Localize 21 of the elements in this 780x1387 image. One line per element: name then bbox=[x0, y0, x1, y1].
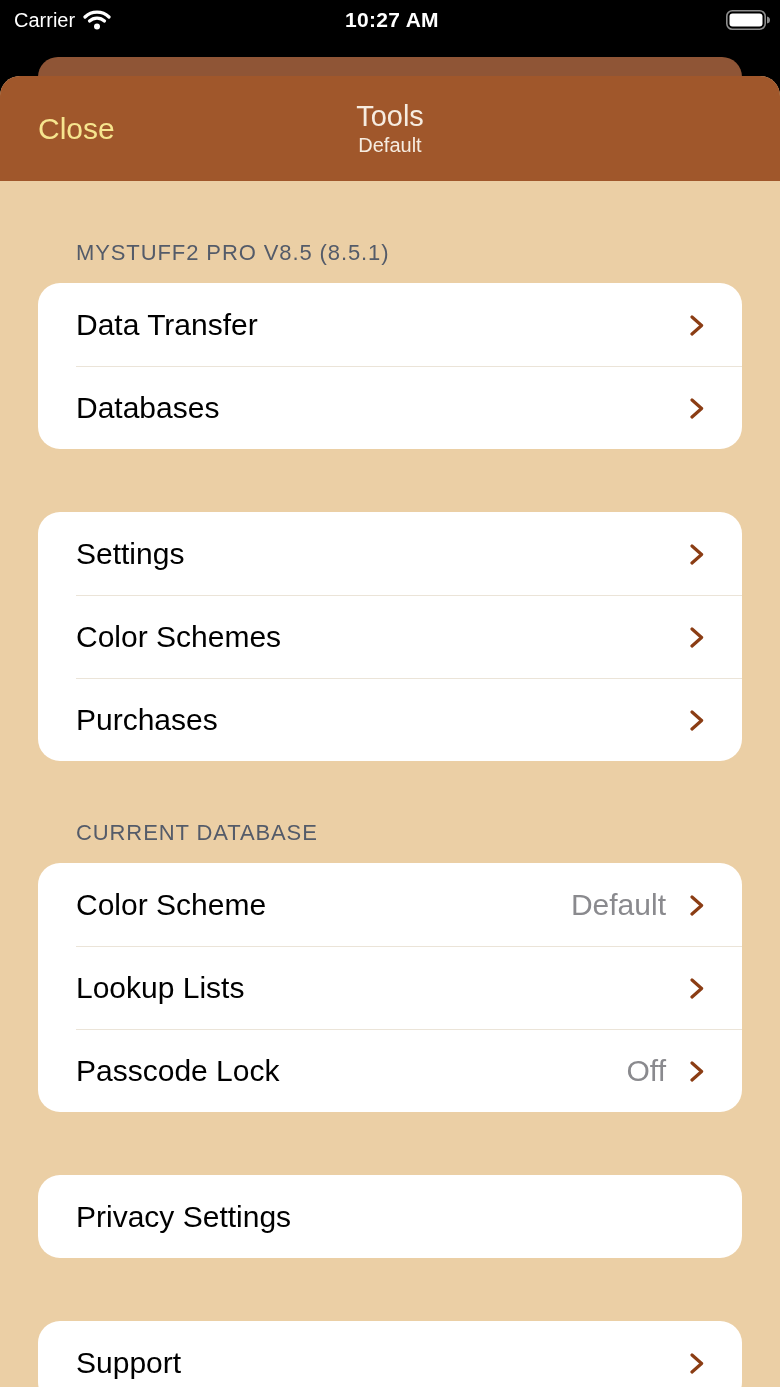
settings-row[interactable]: Settings bbox=[38, 512, 742, 595]
settings-row[interactable]: Privacy Settings bbox=[38, 1175, 742, 1258]
settings-row[interactable]: Purchases bbox=[38, 678, 742, 761]
nav-subtitle: Default bbox=[358, 132, 422, 157]
close-button[interactable]: Close bbox=[38, 110, 115, 147]
row-value: Default bbox=[570, 888, 666, 922]
settings-row[interactable]: Color Schemes bbox=[38, 595, 742, 678]
section-header: MYSTUFF2 PRO V8.5 (8.5.1) bbox=[76, 240, 390, 266]
settings-row[interactable]: Support bbox=[38, 1321, 742, 1387]
settings-row[interactable]: Passcode Lock Off bbox=[38, 1029, 742, 1112]
settings-row[interactable]: Databases bbox=[38, 366, 742, 449]
row-value: Off bbox=[626, 1054, 666, 1088]
battery-icon bbox=[726, 10, 770, 30]
settings-row[interactable]: Color Scheme Default bbox=[38, 863, 742, 946]
wifi-icon bbox=[83, 10, 112, 30]
settings-row[interactable]: Lookup Lists bbox=[38, 946, 742, 1029]
section-header: CURRENT DATABASE bbox=[76, 820, 318, 846]
settings-row[interactable]: Data Transfer bbox=[38, 283, 742, 366]
carrier-name: Carrier bbox=[14, 8, 76, 32]
status-time: 10:27 AM bbox=[345, 8, 439, 32]
nav-title: Tools bbox=[356, 98, 424, 133]
